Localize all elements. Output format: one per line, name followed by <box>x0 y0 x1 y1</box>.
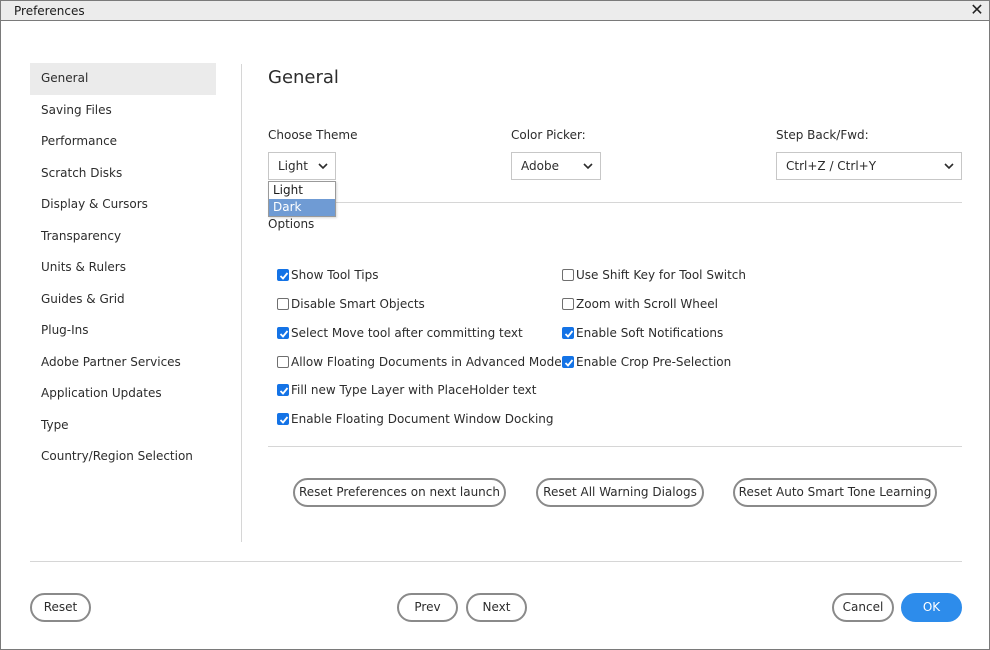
reset-smart-tone-button[interactable]: Reset Auto Smart Tone Learning <box>733 478 937 507</box>
checkbox-label: Enable Crop Pre-Selection <box>576 355 732 369</box>
checkbox-checked-icon <box>277 269 289 281</box>
sidebar-item-type[interactable]: Type <box>30 410 216 442</box>
sidebar-item-country-region[interactable]: Country/Region Selection <box>30 441 216 473</box>
sidebar-item-performance[interactable]: Performance <box>30 126 216 158</box>
color-picker-value: Adobe <box>521 159 559 173</box>
title-bar: Preferences ✕ <box>1 1 989 21</box>
color-picker-label: Color Picker: <box>511 128 586 142</box>
color-picker-select[interactable]: Adobe <box>511 152 601 180</box>
checkbox-zoom-scroll-wheel[interactable]: Zoom with Scroll Wheel <box>562 296 718 312</box>
reset-warning-dialogs-button[interactable]: Reset All Warning Dialogs <box>536 478 704 507</box>
theme-select[interactable]: Light <box>268 152 336 180</box>
theme-dropdown-list: Light Dark <box>268 181 336 217</box>
checkbox-label: Zoom with Scroll Wheel <box>576 297 718 311</box>
checkbox-unchecked-icon <box>562 269 574 281</box>
sidebar-item-application-updates[interactable]: Application Updates <box>30 378 216 410</box>
sidebar-item-display-cursors[interactable]: Display & Cursors <box>30 189 216 221</box>
checkbox-label: Allow Floating Documents in Advanced Mod… <box>291 355 562 369</box>
checkbox-unchecked-icon <box>277 356 289 368</box>
checkbox-unchecked-icon <box>562 298 574 310</box>
checkbox-show-tool-tips[interactable]: Show Tool Tips <box>277 267 378 283</box>
checkbox-label: Enable Soft Notifications <box>576 326 724 340</box>
checkbox-checked-icon <box>277 327 289 339</box>
cancel-button[interactable]: Cancel <box>832 593 894 622</box>
checkbox-checked-icon <box>277 384 289 396</box>
page-title: General <box>268 67 339 88</box>
sidebar-item-units-rulers[interactable]: Units & Rulers <box>30 252 216 284</box>
preferences-window: Preferences ✕ General Saving Files Perfo… <box>0 0 990 650</box>
checkbox-label: Enable Floating Document Window Docking <box>291 412 554 426</box>
reset-preferences-button[interactable]: Reset Preferences on next launch <box>293 478 506 507</box>
theme-option-dark[interactable]: Dark <box>269 199 335 216</box>
chevron-down-icon <box>583 163 593 170</box>
reset-button[interactable]: Reset <box>30 593 91 622</box>
theme-select-value: Light <box>278 159 308 173</box>
sidebar-item-saving-files[interactable]: Saving Files <box>30 95 216 127</box>
chevron-down-icon <box>944 163 954 170</box>
step-back-value: Ctrl+Z / Ctrl+Y <box>786 159 877 173</box>
options-label: Options <box>268 217 315 231</box>
sidebar-divider <box>241 64 242 542</box>
step-back-label: Step Back/Fwd: <box>776 128 869 142</box>
checkbox-checked-icon <box>562 356 574 368</box>
checkbox-floating-window-docking[interactable]: Enable Floating Document Window Docking <box>277 411 554 427</box>
checkbox-shift-key-tool-switch[interactable]: Use Shift Key for Tool Switch <box>562 267 746 283</box>
checkbox-unchecked-icon <box>277 298 289 310</box>
checkbox-soft-notifications[interactable]: Enable Soft Notifications <box>562 325 723 341</box>
footer-divider <box>30 561 962 562</box>
sidebar-item-transparency[interactable]: Transparency <box>30 221 216 253</box>
checkbox-allow-floating-documents[interactable]: Allow Floating Documents in Advanced Mod… <box>277 354 562 370</box>
next-button[interactable]: Next <box>466 593 527 622</box>
sidebar-item-general[interactable]: General <box>30 63 216 95</box>
chevron-down-icon <box>318 163 328 170</box>
checkbox-label: Fill new Type Layer with PlaceHolder tex… <box>291 383 537 397</box>
window-title: Preferences <box>14 4 85 18</box>
theme-option-light[interactable]: Light <box>269 182 335 199</box>
close-icon[interactable]: ✕ <box>970 1 984 19</box>
sidebar-item-scratch-disks[interactable]: Scratch Disks <box>30 158 216 190</box>
checkbox-label: Select Move tool after committing text <box>291 326 523 340</box>
checkbox-crop-pre-selection[interactable]: Enable Crop Pre-Selection <box>562 354 731 370</box>
checkbox-label: Show Tool Tips <box>291 268 379 282</box>
sidebar-item-guides-grid[interactable]: Guides & Grid <box>30 284 216 316</box>
reset-divider <box>268 446 962 447</box>
checkbox-disable-smart-objects[interactable]: Disable Smart Objects <box>277 296 425 312</box>
sidebar: General Saving Files Performance Scratch… <box>30 63 216 473</box>
checkbox-select-move-tool[interactable]: Select Move tool after committing text <box>277 325 523 341</box>
prev-button[interactable]: Prev <box>397 593 458 622</box>
checkbox-checked-icon <box>562 327 574 339</box>
choose-theme-label: Choose Theme <box>268 128 358 142</box>
checkbox-label: Use Shift Key for Tool Switch <box>576 268 747 282</box>
checkbox-label: Disable Smart Objects <box>291 297 425 311</box>
sidebar-item-adobe-partner-services[interactable]: Adobe Partner Services <box>30 347 216 379</box>
ok-button[interactable]: OK <box>901 593 962 622</box>
sidebar-item-plug-ins[interactable]: Plug-Ins <box>30 315 216 347</box>
checkbox-checked-icon <box>277 413 289 425</box>
checkbox-fill-type-layer[interactable]: Fill new Type Layer with PlaceHolder tex… <box>277 382 536 398</box>
step-back-select[interactable]: Ctrl+Z / Ctrl+Y <box>776 152 962 180</box>
options-divider <box>268 202 962 203</box>
